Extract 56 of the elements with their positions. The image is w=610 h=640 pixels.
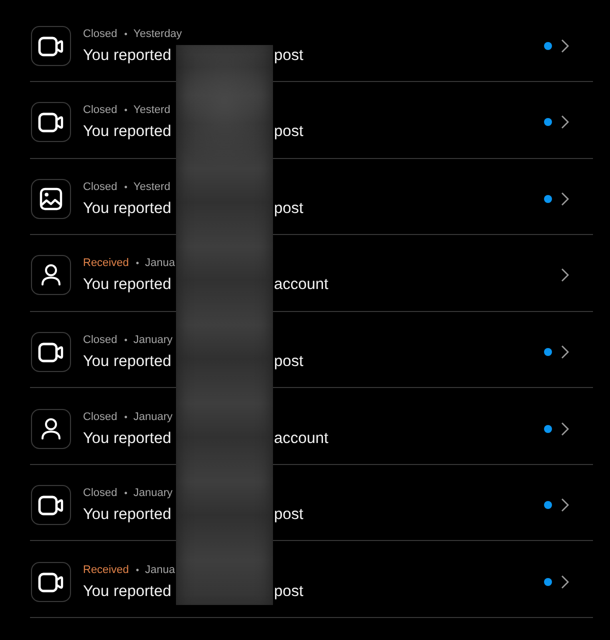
chevron-right-icon[interactable] [561,422,569,436]
bullet-separator: • [136,257,140,270]
report-target-text: post [274,505,304,526]
bullet-separator: • [124,487,128,500]
bullet-separator: • [124,104,128,118]
report-date: January [133,332,173,348]
report-target-text: post [274,198,304,219]
status-label: Closed [83,103,118,118]
video-camera-icon [31,332,71,372]
chevron-right-icon[interactable] [561,115,569,130]
chevron-right-icon[interactable] [561,192,569,206]
image-icon [31,178,71,219]
chevron-right-icon[interactable] [561,574,569,589]
chevron-right-icon[interactable] [561,498,569,512]
report-date: Yesterday [133,26,182,42]
status-label: Closed [83,486,118,502]
bullet-separator: • [124,28,128,41]
report-target-text: post [274,46,304,66]
person-icon [31,408,71,449]
video-camera-icon [31,102,71,142]
status-label: Closed [83,332,118,348]
report-date: January [133,486,173,502]
bullet-separator: • [136,564,140,577]
report-text: You reported [83,582,172,602]
report-date: Yesterd [133,180,170,195]
bullet-separator: • [124,410,128,424]
status-label: Received [83,562,129,578]
status-label: Closed [83,180,118,195]
report-text: You reported [83,198,172,219]
report-text: You reported [83,505,172,526]
bullet-separator: • [124,180,128,194]
report-target-text: post [274,582,304,602]
report-text: You reported [83,352,172,372]
report-target-text: post [274,352,304,372]
report-text: You reported [83,275,172,296]
chevron-right-icon[interactable] [561,268,569,282]
chevron-right-icon[interactable] [561,344,569,359]
bullet-separator: • [124,334,128,347]
status-label: Received [83,256,129,272]
video-camera-icon [31,485,71,526]
report-date: Janua [145,562,175,578]
report-text: You reported [83,46,172,66]
status-label: Closed [83,410,118,425]
report-date: Janua [145,256,175,272]
video-camera-icon [31,562,71,602]
report-date: January [133,410,173,425]
report-text: You reported [83,428,172,449]
report-date: Yesterd [133,103,170,118]
status-label: Closed [83,26,118,42]
chevron-right-icon[interactable] [561,38,569,53]
person-icon [31,255,71,296]
video-camera-icon [31,26,71,66]
report-target-text: account [274,275,328,296]
report-text: You reported [83,122,172,142]
report-target-text: account [274,428,328,449]
report-target-text: post [274,122,304,142]
